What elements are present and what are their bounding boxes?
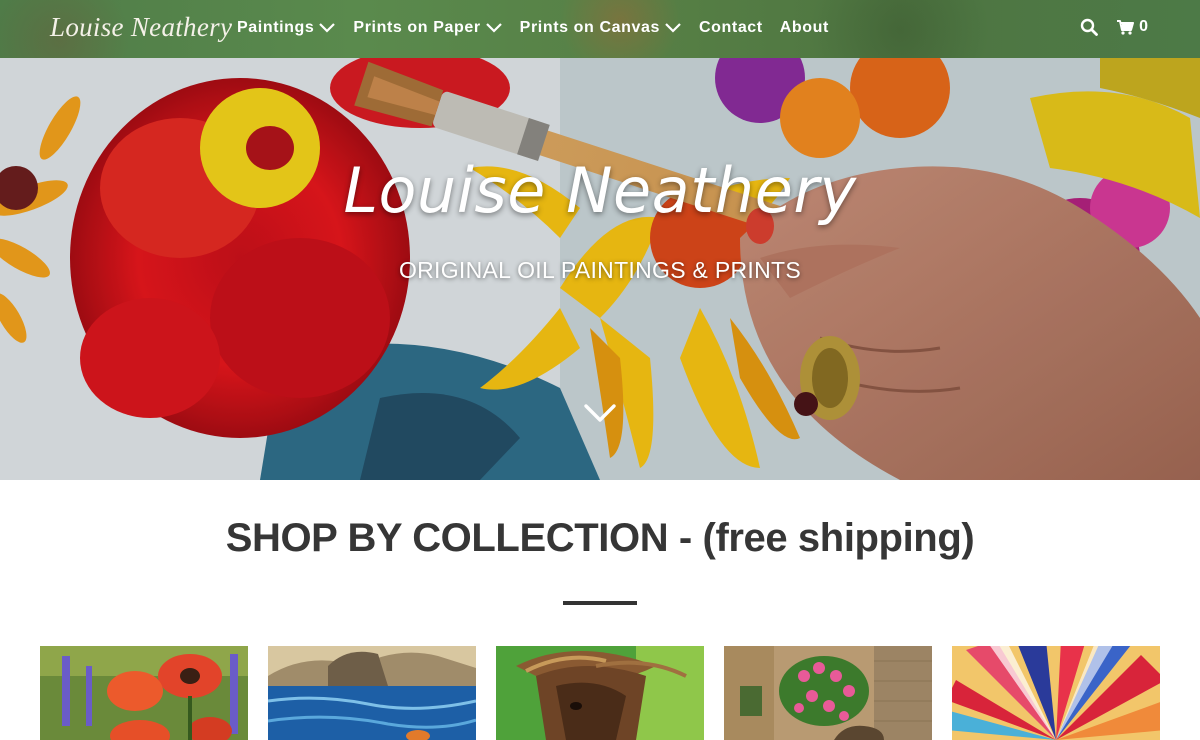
nav-contact-label: Contact bbox=[698, 19, 763, 36]
cart-count: 0 bbox=[1139, 18, 1148, 35]
hero-banner: Louise Neathery ORIGINAL OIL PAINTINGS &… bbox=[0, 58, 1200, 480]
collection-image bbox=[952, 646, 1160, 740]
site-header: Louise Neathery Paintings Prints on Pape… bbox=[0, 0, 1200, 58]
header-actions: 0 bbox=[1080, 18, 1148, 36]
collection-tile-doorway[interactable]: flower-doorway bbox=[724, 646, 932, 740]
nav-about-label: About bbox=[779, 19, 829, 36]
cart-button[interactable]: 0 bbox=[1116, 18, 1148, 36]
collection-tile-coastal[interactable]: coastal-water bbox=[268, 646, 476, 740]
main-nav: Paintings Prints on Paper Prints on Canv… bbox=[237, 19, 846, 37]
chevron-down-icon[interactable] bbox=[583, 402, 617, 424]
nav-contact[interactable]: Contact bbox=[699, 19, 763, 37]
nav-about[interactable]: About bbox=[780, 19, 829, 37]
collection-tile-horse[interactable]: horse bbox=[496, 646, 704, 740]
collection-image bbox=[40, 646, 248, 740]
collection-tile-abstract[interactable]: abstract-burst bbox=[952, 646, 1160, 740]
collection-image bbox=[268, 646, 476, 740]
section-divider bbox=[563, 601, 637, 605]
collection-tile-poppies[interactable]: poppies bbox=[40, 646, 248, 740]
nav-prints-on-paper-label: Prints on Paper bbox=[353, 19, 481, 36]
collection-image bbox=[724, 646, 932, 740]
collection-grid: poppies coastal-water horse bbox=[40, 646, 1160, 740]
chevron-down-icon bbox=[485, 23, 502, 33]
nav-prints-on-canvas[interactable]: Prints on Canvas bbox=[520, 19, 682, 37]
cart-icon bbox=[1117, 20, 1135, 35]
site-logo[interactable]: Louise Neathery bbox=[50, 12, 232, 43]
hero-subtitle: ORIGINAL OIL PAINTINGS & PRINTS bbox=[398, 257, 802, 283]
chevron-down-icon bbox=[319, 23, 336, 33]
collection-image bbox=[496, 646, 704, 740]
section-heading: SHOP BY COLLECTION - (free shipping) bbox=[225, 516, 975, 560]
hero-title: Louise Neathery bbox=[343, 154, 857, 227]
nav-prints-on-canvas-label: Prints on Canvas bbox=[519, 19, 660, 36]
nav-paintings-label: Paintings bbox=[237, 19, 315, 36]
chevron-down-icon bbox=[665, 23, 681, 33]
search-button[interactable] bbox=[1080, 18, 1098, 36]
nav-prints-on-paper[interactable]: Prints on Paper bbox=[353, 19, 502, 37]
nav-paintings[interactable]: Paintings bbox=[237, 19, 336, 37]
search-icon bbox=[1080, 18, 1098, 36]
